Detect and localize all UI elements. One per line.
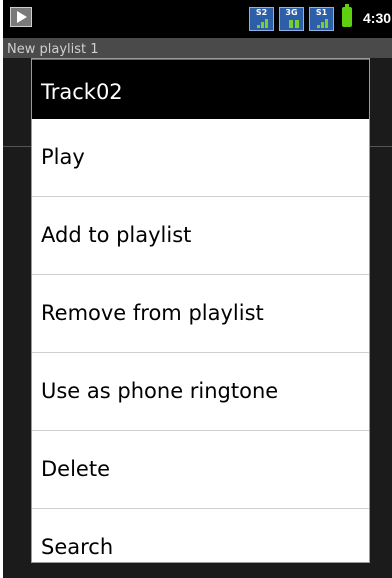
playlist-title-bar: New playlist 1 [3, 38, 392, 58]
menu-item-remove-from-playlist[interactable]: Remove from playlist [32, 275, 369, 353]
context-menu-list: Play Add to playlist Remove from playlis… [32, 119, 369, 562]
signal-sim2-icon: S2 [249, 7, 274, 31]
signal-sim2-label: S2 [255, 8, 268, 17]
menu-item-search[interactable]: Search [32, 509, 369, 562]
playlist-title: New playlist 1 [7, 42, 99, 57]
play-notification-icon[interactable] [10, 7, 32, 27]
data-3g-icon: 3G [279, 7, 304, 31]
clock: 4:30 PM [363, 10, 392, 26]
phone-screen: S2 3G S1 4:30 PM New playlist 1 Track02 … [0, 0, 392, 578]
dialog-title: Track02 [32, 59, 369, 119]
clock-time: 4:30 [363, 10, 392, 26]
status-bar: S2 3G S1 4:30 PM [3, 0, 392, 38]
signal-sim1-icon: S1 [309, 7, 334, 31]
menu-item-use-as-ringtone[interactable]: Use as phone ringtone [32, 353, 369, 431]
battery-icon [342, 4, 352, 27]
menu-item-add-to-playlist[interactable]: Add to playlist [32, 197, 369, 275]
menu-item-play[interactable]: Play [32, 119, 369, 197]
context-menu-dialog: Track02 Play Add to playlist Remove from… [31, 58, 370, 563]
menu-item-delete[interactable]: Delete [32, 431, 369, 509]
data-3g-label: 3G [285, 8, 298, 17]
signal-sim1-label: S1 [315, 8, 328, 17]
